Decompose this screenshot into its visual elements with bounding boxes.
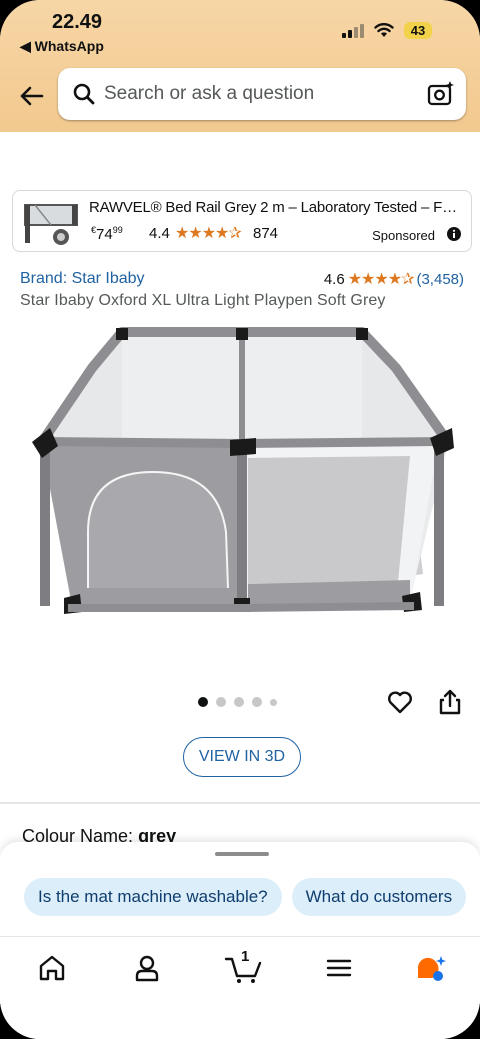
bottom-sheet: Is the mat machine washable? What do cus… xyxy=(0,842,480,1039)
product-rating[interactable]: 4.6 ★★★★✰ (3,458) xyxy=(324,269,464,289)
cellular-signal-icon xyxy=(342,23,364,38)
price-fraction: 99 xyxy=(112,225,123,235)
carousel-dot[interactable] xyxy=(198,697,208,707)
search-icon xyxy=(73,83,95,105)
search-bar[interactable]: Search or ask a question xyxy=(58,68,466,120)
image-carousel-dots[interactable] xyxy=(198,697,277,707)
nav-divider xyxy=(0,936,480,937)
sponsored-review-count: 874 xyxy=(253,225,279,242)
carousel-dot[interactable] xyxy=(216,697,226,707)
rufus-icon[interactable] xyxy=(414,952,446,984)
search-input[interactable]: Search or ask a question xyxy=(104,83,426,105)
carousel-dot[interactable] xyxy=(234,697,244,707)
sponsored-label: Sponsored xyxy=(372,228,435,243)
share-icon[interactable] xyxy=(437,688,463,716)
review-count-link[interactable]: (3,458) xyxy=(416,271,464,288)
rating-stars: ★★★★✰ xyxy=(347,271,415,288)
price-whole: 74 xyxy=(96,226,113,243)
suggestion-chip[interactable]: What do customers xyxy=(291,878,467,916)
brand-link[interactable]: Brand: Star Ibaby xyxy=(20,270,145,288)
bottom-navigation: 1 xyxy=(0,938,480,996)
sponsored-stars: ★★★★✰ xyxy=(175,225,242,242)
sheet-drag-handle[interactable] xyxy=(215,852,269,856)
rating-value: 4.6 xyxy=(323,270,345,288)
back-to-app-link[interactable]: ◀ WhatsApp xyxy=(20,38,104,55)
back-arrow-icon[interactable] xyxy=(16,80,48,112)
status-time: 22.49 xyxy=(52,11,103,33)
playpen-product-image[interactable] xyxy=(18,322,462,652)
carousel-dot[interactable] xyxy=(252,697,262,707)
view-in-3d-button[interactable]: VIEW IN 3D xyxy=(183,737,301,777)
camera-lens-icon[interactable] xyxy=(426,79,456,109)
wifi-icon xyxy=(374,23,394,37)
section-divider xyxy=(0,802,480,804)
status-icons: 43 xyxy=(342,22,432,39)
carousel-dot[interactable] xyxy=(270,698,277,706)
info-icon[interactable] xyxy=(447,227,461,241)
suggestion-chips: Is the mat machine washable? What do cus… xyxy=(24,878,467,916)
battery-indicator: 43 xyxy=(404,22,432,39)
account-icon[interactable] xyxy=(131,952,163,984)
scroll-area-top xyxy=(0,132,480,146)
heart-icon[interactable] xyxy=(386,688,414,716)
sponsored-title[interactable]: RAWVEL® Bed Rail Grey 2 m – Laboratory T… xyxy=(89,199,465,216)
product-title: Star Ibaby Oxford XL Ultra Light Playpen… xyxy=(20,292,386,309)
bed-rail-thumbnail xyxy=(21,197,85,247)
home-icon[interactable] xyxy=(36,952,68,984)
sponsored-rating: 4.4 xyxy=(149,225,170,242)
suggestion-chip[interactable]: Is the mat machine washable? xyxy=(24,878,282,916)
home-indicator-area xyxy=(0,998,480,1039)
phone-screen: 22.49 ◀ WhatsApp 43 Search or ask a ques… xyxy=(0,0,480,1039)
menu-icon[interactable] xyxy=(323,952,355,984)
cart-button[interactable]: 1 xyxy=(224,948,264,984)
cart-count: 1 xyxy=(241,948,250,965)
app-header: 22.49 ◀ WhatsApp 43 Search or ask a ques… xyxy=(0,0,480,132)
sponsored-price: €7499 xyxy=(91,225,123,243)
sponsored-product-card[interactable]: RAWVEL® Bed Rail Grey 2 m – Laboratory T… xyxy=(12,190,472,252)
